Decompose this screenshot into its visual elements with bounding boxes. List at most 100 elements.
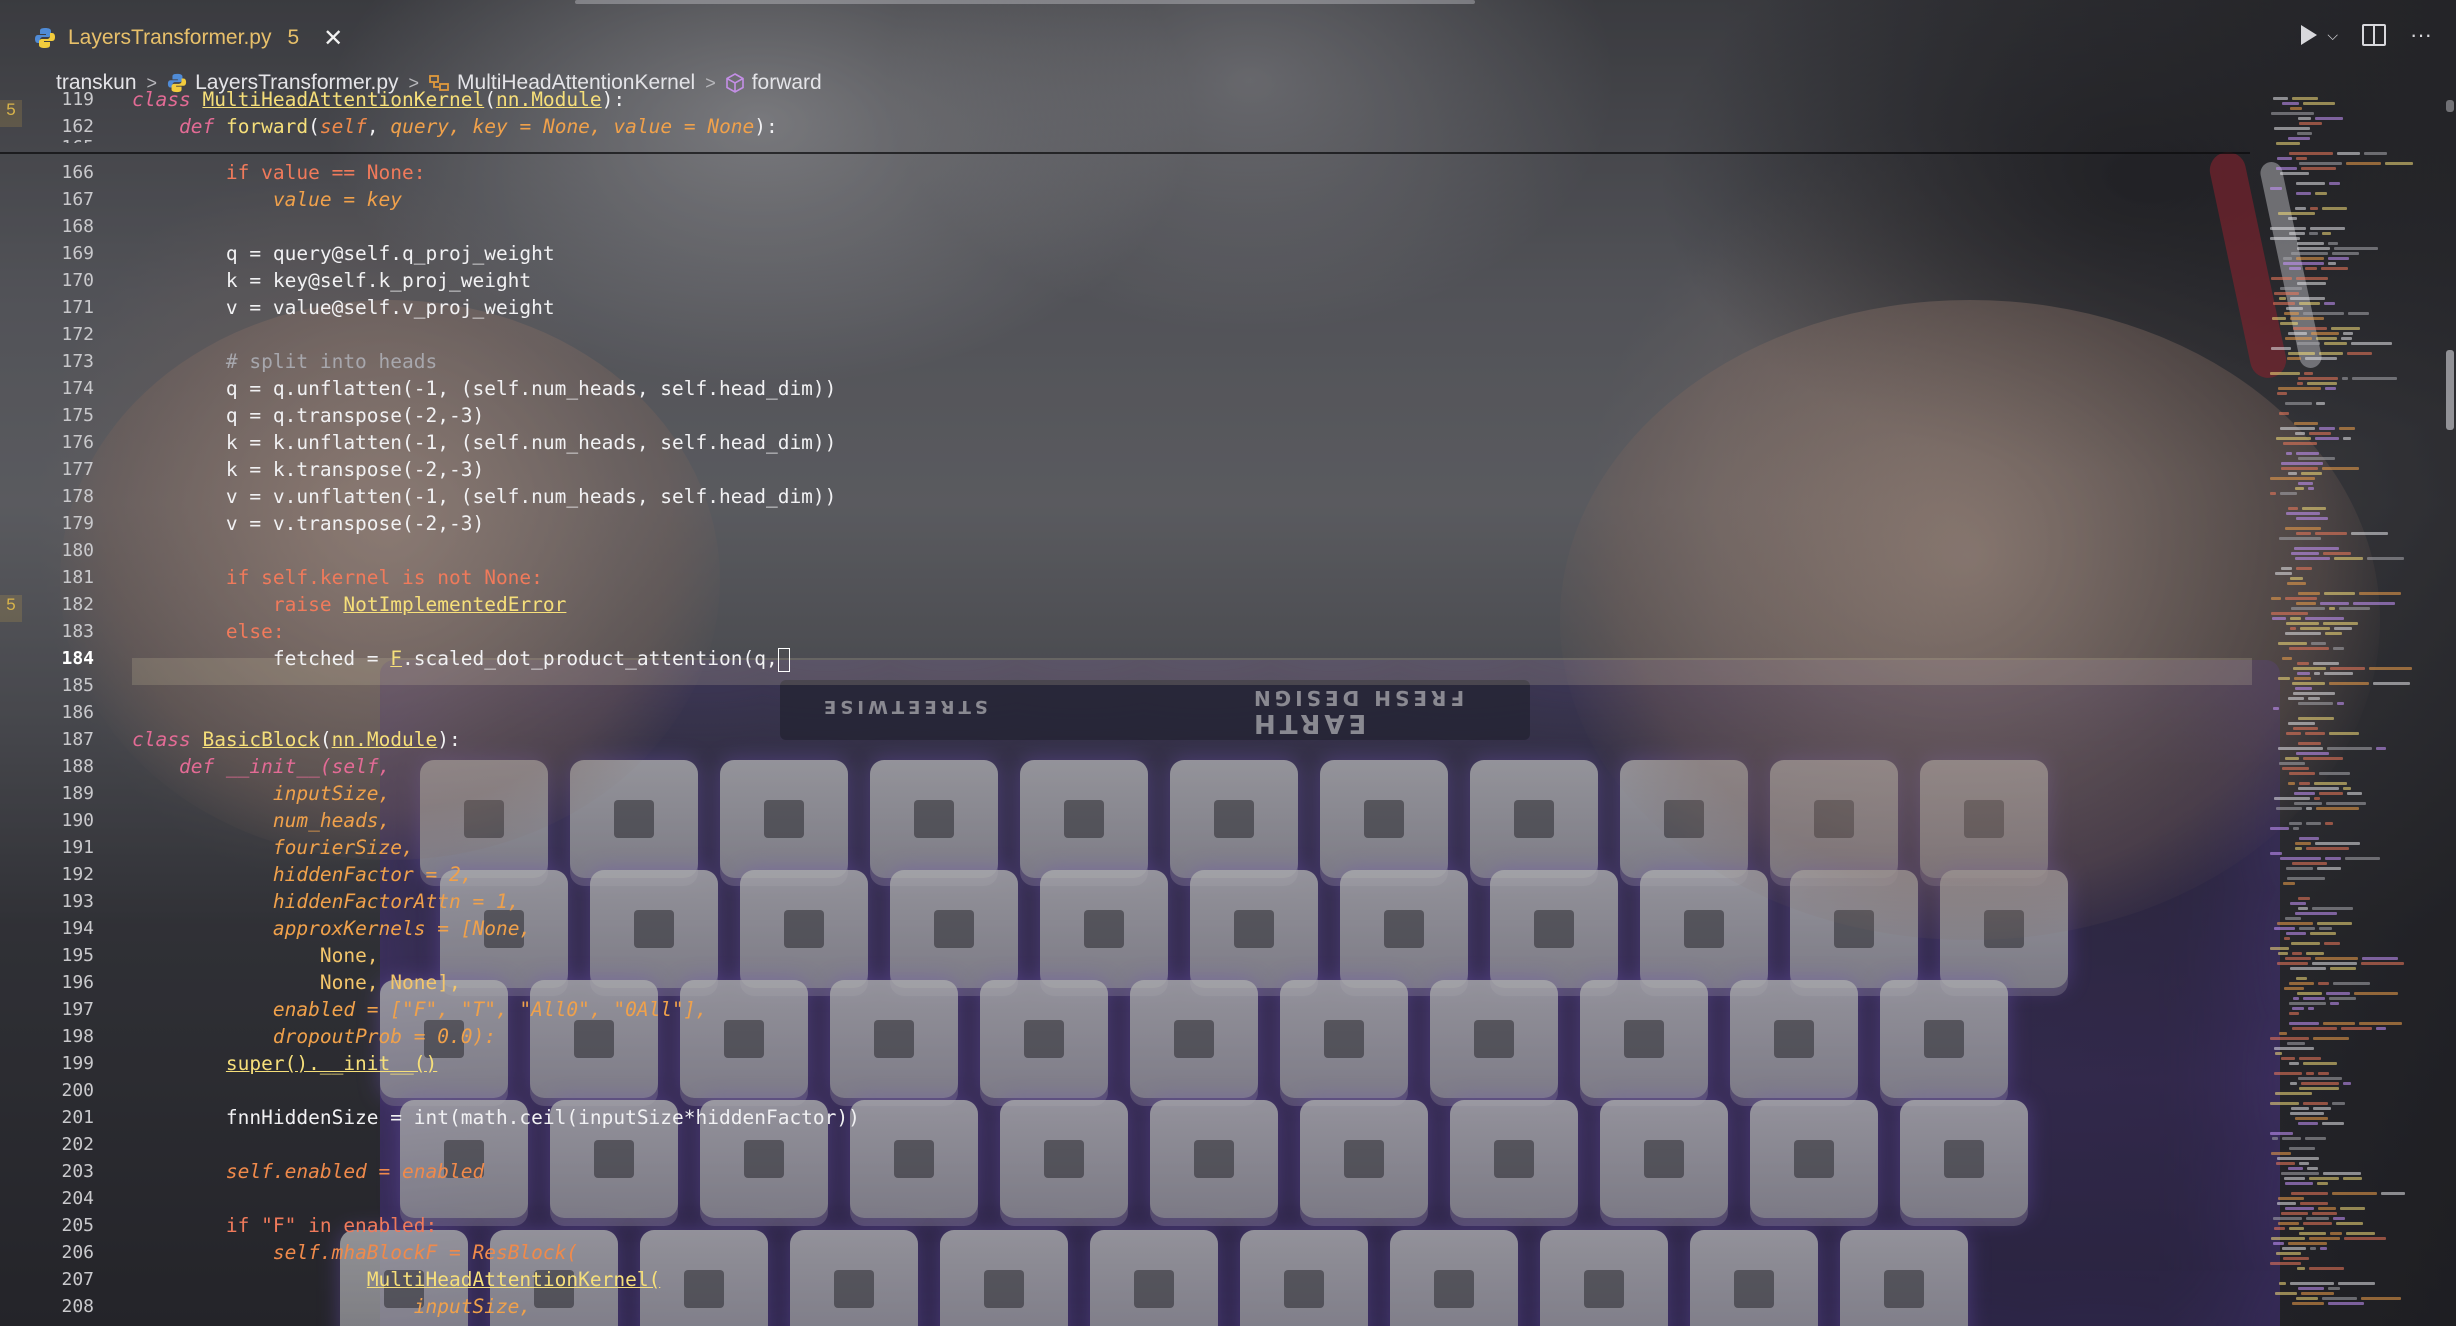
code-line[interactable]: 188 def __init__(self, — [0, 753, 2270, 780]
minimap-line — [2279, 762, 2305, 765]
minimap-line — [2323, 622, 2358, 625]
code-line[interactable]: 167 value = key — [0, 186, 2270, 213]
minimap-line — [2329, 182, 2340, 185]
code-line[interactable]: 174 q = q.unflatten(-1, (self.num_heads,… — [0, 375, 2270, 402]
code-line[interactable]: 205 if "F" in enabled: — [0, 1212, 2270, 1239]
code-line[interactable]: 192 hiddenFactor = 2, — [0, 861, 2270, 888]
minimap-line — [2351, 532, 2388, 535]
minimap-line — [2330, 667, 2365, 670]
minimap-line — [2285, 632, 2321, 635]
minimap-line — [2308, 487, 2314, 490]
code-line[interactable]: 190 num_heads, — [0, 807, 2270, 834]
code-line[interactable]: 169 q = query@self.q_proj_weight — [0, 240, 2270, 267]
minimap-line — [2317, 867, 2341, 870]
minimap-line — [2282, 1247, 2306, 1250]
minimap-line — [2290, 577, 2303, 580]
code-line[interactable]: 178 v = v.unflatten(-1, (self.num_heads,… — [0, 483, 2270, 510]
code-line[interactable]: 197 enabled = ["F", "T", "All0", "0All"]… — [0, 996, 2270, 1023]
code-line[interactable]: 201 fnnHiddenSize = int(math.ceil(inputS… — [0, 1104, 2270, 1131]
minimap-line — [2291, 1192, 2328, 1195]
minimap-line — [2289, 1012, 2299, 1015]
code-line[interactable]: 175 q = q.transpose(-2,-3) — [0, 402, 2270, 429]
minimap-line — [2280, 857, 2321, 860]
minimap-line — [2298, 1287, 2324, 1290]
line-number: 207 — [61, 1269, 94, 1290]
minimap-line — [2329, 997, 2356, 1000]
minimap-line — [2273, 97, 2288, 100]
code-line[interactable]: 179 v = v.transpose(-2,-3) — [0, 510, 2270, 537]
code-line[interactable]: 184 fetched = F.scaled_dot_product_atten… — [0, 645, 2270, 672]
minimap-line — [2295, 432, 2305, 435]
code-line[interactable]: 180 — [0, 537, 2270, 564]
close-icon[interactable]: ✕ — [323, 24, 343, 53]
line-number: 181 — [61, 567, 94, 588]
minimap-line — [2329, 607, 2335, 610]
code-line[interactable]: 195 None, — [0, 942, 2270, 969]
code-line[interactable]: 203 self.enabled = enabled — [0, 1158, 2270, 1185]
minimap-line — [2289, 232, 2305, 235]
split-editor-icon[interactable] — [2362, 24, 2387, 46]
minimap-line — [2298, 702, 2333, 705]
minimap-line — [2324, 342, 2347, 345]
code-line[interactable]: 208 inputSize, — [0, 1293, 2270, 1320]
code-line[interactable]: 200 — [0, 1077, 2270, 1104]
code-line[interactable]: 170 k = key@self.k_proj_weight — [0, 267, 2270, 294]
minimap-line — [2296, 277, 2328, 280]
minimap-line — [2276, 167, 2297, 170]
minimap-line — [2277, 1202, 2296, 1205]
code-line[interactable]: 206 self.mhaBlockF = ResBlock( — [0, 1239, 2270, 1266]
code-line[interactable]: 176 k = k.unflatten(-1, (self.num_heads,… — [0, 429, 2270, 456]
minimap-line — [2278, 747, 2323, 750]
code-line[interactable]: 165 — [0, 134, 2270, 143]
run-icon[interactable] — [2301, 25, 2318, 45]
minimap-line — [2274, 1047, 2314, 1050]
code-line[interactable]: 193 hiddenFactorAttn = 1, — [0, 888, 2270, 915]
code-line[interactable]: 196 None, None], — [0, 969, 2270, 996]
minimap-line — [2293, 667, 2326, 670]
minimap-line — [2328, 242, 2338, 245]
minimap[interactable] — [2262, 97, 2442, 1326]
code-line[interactable]: 181 if self.kernel is not None: — [0, 564, 2270, 591]
minimap-line — [2298, 742, 2321, 745]
code-line[interactable]: 189 inputSize, — [0, 780, 2270, 807]
minimap-line — [2288, 352, 2315, 355]
tab-layerstransformer[interactable]: LayersTransformer.py 5 ✕ — [34, 18, 343, 58]
code-text: # split into heads — [225, 350, 438, 373]
scrollbar-thumb[interactable] — [2446, 350, 2454, 430]
code-line[interactable]: 194 approxKernels = [None, — [0, 915, 2270, 942]
code-line[interactable]: 191 fourierSize, — [0, 834, 2270, 861]
minimap-line — [2311, 642, 2326, 645]
line-number: 184 — [61, 648, 94, 669]
code-line[interactable]: 177 k = k.transpose(-2,-3) — [0, 456, 2270, 483]
code-line[interactable]: 183 else: — [0, 618, 2270, 645]
more-actions-icon[interactable]: ··· — [2410, 22, 2432, 48]
minimap-line — [2310, 1247, 2316, 1250]
code-line[interactable]: 199 super().__init__() — [0, 1050, 2270, 1077]
minimap-line — [2333, 647, 2344, 650]
minimap-line — [2346, 1232, 2375, 1235]
code-line[interactable]: 185 — [0, 672, 2270, 699]
code-line[interactable]: 171 v = value@self.v_proj_weight — [0, 294, 2270, 321]
chevron-down-icon[interactable]: ⌵ — [2327, 27, 2338, 44]
code-line[interactable]: 186 — [0, 699, 2270, 726]
minimap-line — [2309, 432, 2331, 435]
minimap-line — [2295, 912, 2337, 915]
code-line[interactable]: 198 dropoutProb = 0.0): — [0, 1023, 2270, 1050]
line-number: 190 — [61, 810, 94, 831]
code-line[interactable]: 204 — [0, 1185, 2270, 1212]
minimap-line — [2313, 1037, 2349, 1040]
code-line[interactable]: 182 raise NotImplementedError — [0, 591, 2270, 618]
code-text: dropoutProb = 0.0): — [272, 1025, 496, 1048]
code-line[interactable]: 173 # split into heads — [0, 348, 2270, 375]
minimap-line — [2270, 852, 2282, 855]
minimap-line — [2271, 597, 2281, 600]
code-line[interactable]: 187 class BasicBlock(nn.Module): — [0, 726, 2270, 753]
code-line[interactable]: 166 if value == None: — [0, 159, 2270, 186]
code-line[interactable]: 119 class MultiHeadAttentionKernel(nn.Mod… — [0, 86, 2270, 113]
minimap-line — [2305, 357, 2337, 360]
code-line[interactable]: 207 MultiHeadAttentionKernel( — [0, 1266, 2270, 1293]
code-line[interactable]: 202 — [0, 1131, 2270, 1158]
minimap-line — [2292, 97, 2318, 100]
code-line[interactable]: 168 — [0, 213, 2270, 240]
code-line[interactable]: 172 — [0, 321, 2270, 348]
